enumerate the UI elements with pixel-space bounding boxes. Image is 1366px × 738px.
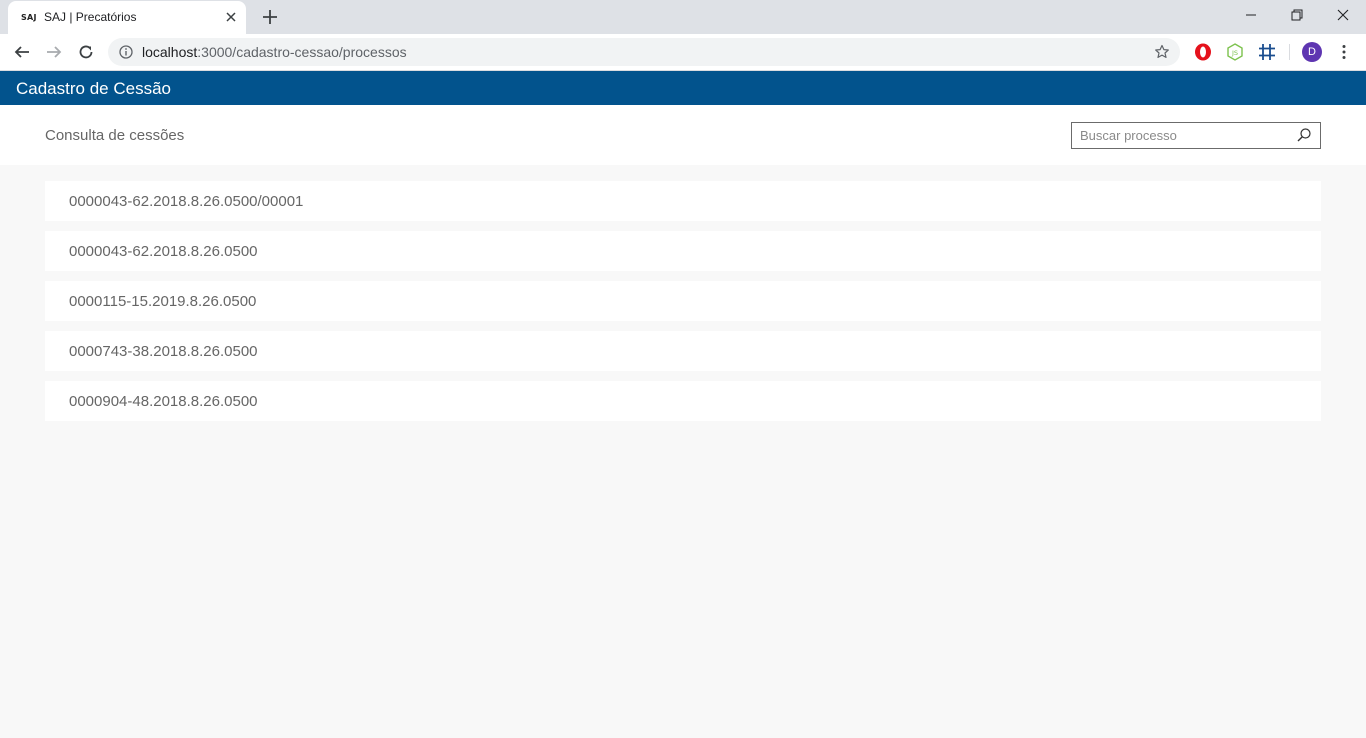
forward-button[interactable]: [42, 40, 66, 64]
grid-icon[interactable]: [1258, 43, 1276, 61]
toolbar-separator: [1289, 44, 1290, 60]
address-url: localhost:3000/cadastro-cessao/processos: [142, 44, 407, 60]
menu-kebab-icon[interactable]: [1335, 43, 1353, 61]
opera-icon[interactable]: [1194, 43, 1212, 61]
process-number: 0000904-48.2018.8.26.0500: [69, 393, 258, 410]
process-number: 0000043-62.2018.8.26.0500/00001: [69, 193, 304, 210]
close-window-button[interactable]: [1320, 0, 1366, 30]
star-icon[interactable]: [1154, 44, 1170, 60]
process-list-item[interactable]: 0000115-15.2019.8.26.0500: [45, 281, 1321, 321]
saj-favicon-icon: SAJ: [21, 13, 37, 22]
address-bar[interactable]: localhost:3000/cadastro-cessao/processos: [108, 38, 1180, 66]
process-number: 0000743-38.2018.8.26.0500: [69, 343, 258, 360]
process-list-item[interactable]: 0000904-48.2018.8.26.0500: [45, 381, 1321, 421]
process-number: 0000043-62.2018.8.26.0500: [69, 243, 258, 260]
back-icon: [14, 46, 29, 58]
search-box: [1071, 122, 1321, 149]
reload-button[interactable]: [74, 40, 98, 64]
new-tab-icon[interactable]: [260, 7, 280, 27]
address-host: localhost: [142, 44, 198, 60]
restore-icon: [1291, 9, 1303, 21]
profile-avatar[interactable]: D: [1302, 42, 1322, 62]
back-button[interactable]: [10, 40, 34, 64]
process-list-item[interactable]: 0000043-62.2018.8.26.0500/00001: [45, 181, 1321, 221]
nodejs-icon[interactable]: JS: [1226, 43, 1244, 61]
search-icon[interactable]: [1296, 127, 1312, 143]
reload-icon: [79, 45, 93, 59]
close-tab-icon[interactable]: [223, 9, 239, 25]
close-window-icon: [1337, 9, 1349, 21]
process-list-item[interactable]: 0000743-38.2018.8.26.0500: [45, 331, 1321, 371]
minimize-icon: [1246, 14, 1256, 16]
page-subheader: Consulta de cessões: [0, 105, 1366, 165]
address-path: :3000/cadastro-cessao/processos: [197, 44, 407, 60]
svg-text:JS: JS: [1231, 49, 1238, 57]
browser-tab[interactable]: SAJ SAJ | Precatórios: [8, 1, 246, 34]
minimize-button[interactable]: [1228, 0, 1274, 30]
tab-title: SAJ | Precatórios: [44, 10, 137, 24]
page-title: Consulta de cessões: [45, 127, 185, 144]
app-header: Cadastro de Cessão: [0, 71, 1366, 105]
process-number: 0000115-15.2019.8.26.0500: [69, 293, 257, 310]
search-input[interactable]: [1072, 123, 1292, 148]
process-list-item[interactable]: 0000043-62.2018.8.26.0500: [45, 231, 1321, 271]
browser-tabstrip: SAJ SAJ | Precatórios: [0, 0, 1366, 34]
browser-toolbar: localhost:3000/cadastro-cessao/processos…: [0, 34, 1366, 71]
process-list: 0000043-62.2018.8.26.0500/00001 0000043-…: [45, 181, 1321, 431]
info-icon[interactable]: [119, 45, 133, 59]
app-title: Cadastro de Cessão: [16, 79, 171, 98]
forward-icon: [47, 46, 62, 58]
restore-button[interactable]: [1274, 0, 1320, 30]
